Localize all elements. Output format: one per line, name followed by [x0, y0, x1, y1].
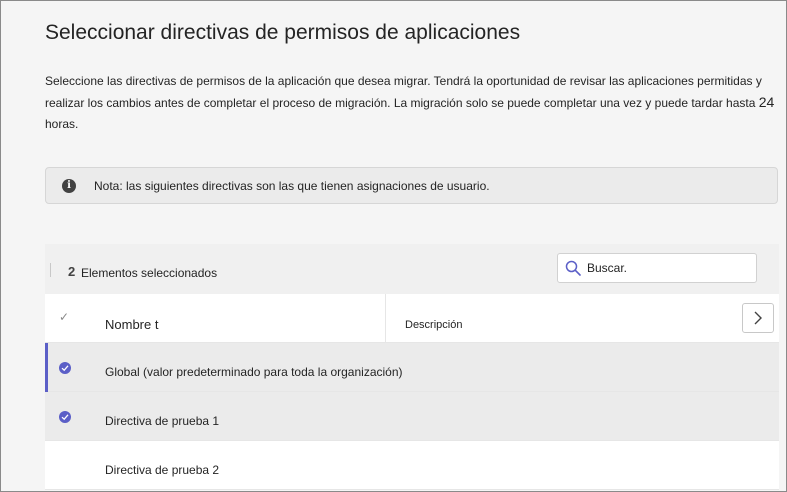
selected-label: Elementos seleccionados [81, 266, 218, 280]
policies-table: 2 Elementos seleccionados ✓ Nombre t Des… [45, 244, 779, 491]
search-box[interactable] [557, 253, 757, 283]
row-checkmark-icon[interactable] [59, 362, 71, 374]
column-header-description[interactable]: Descripción [405, 319, 462, 331]
column-header-name[interactable]: Nombre t [105, 317, 158, 332]
description-hours-word: horas. [45, 117, 79, 131]
row-name: Directiva de prueba 2 [105, 463, 220, 477]
migration-dialog: Seleccionar directivas de permisos de ap… [0, 0, 787, 492]
description-hours-number: 24 [758, 94, 775, 110]
selected-count: 2 [68, 264, 76, 279]
table-row[interactable]: Global (valor predeterminado para toda l… [45, 343, 779, 392]
dialog-description: Seleccione las directivas de permisos de… [45, 71, 775, 135]
info-icon: i [62, 178, 76, 193]
search-icon [565, 260, 581, 276]
toolbar-divider [50, 263, 51, 277]
select-all-checkmark-icon[interactable]: ✓ [59, 310, 69, 324]
row-name: Global (valor predeterminado para toda l… [105, 365, 403, 379]
table-row[interactable]: Directiva de prueba 2 [45, 441, 779, 490]
row-focus-indicator [45, 343, 48, 392]
column-divider[interactable] [385, 294, 386, 343]
table-row[interactable]: Directiva de prueba 1 [45, 392, 779, 441]
table-header: ✓ Nombre t Descripción [45, 294, 779, 343]
chevron-right-icon [754, 311, 762, 325]
table-toolbar: 2 Elementos seleccionados [45, 244, 779, 294]
info-note: i Nota: las siguientes directivas son la… [45, 167, 778, 204]
description-text: Seleccione las directivas de permisos de… [45, 74, 762, 110]
next-columns-button[interactable] [742, 303, 774, 333]
row-name: Directiva de prueba 1 [105, 414, 220, 428]
page-title: Seleccionar directivas de permisos de ap… [45, 21, 521, 44]
search-input[interactable] [587, 261, 737, 275]
row-checkmark-icon[interactable] [59, 411, 71, 423]
note-text: Nota: las siguientes directivas son las … [94, 178, 490, 193]
